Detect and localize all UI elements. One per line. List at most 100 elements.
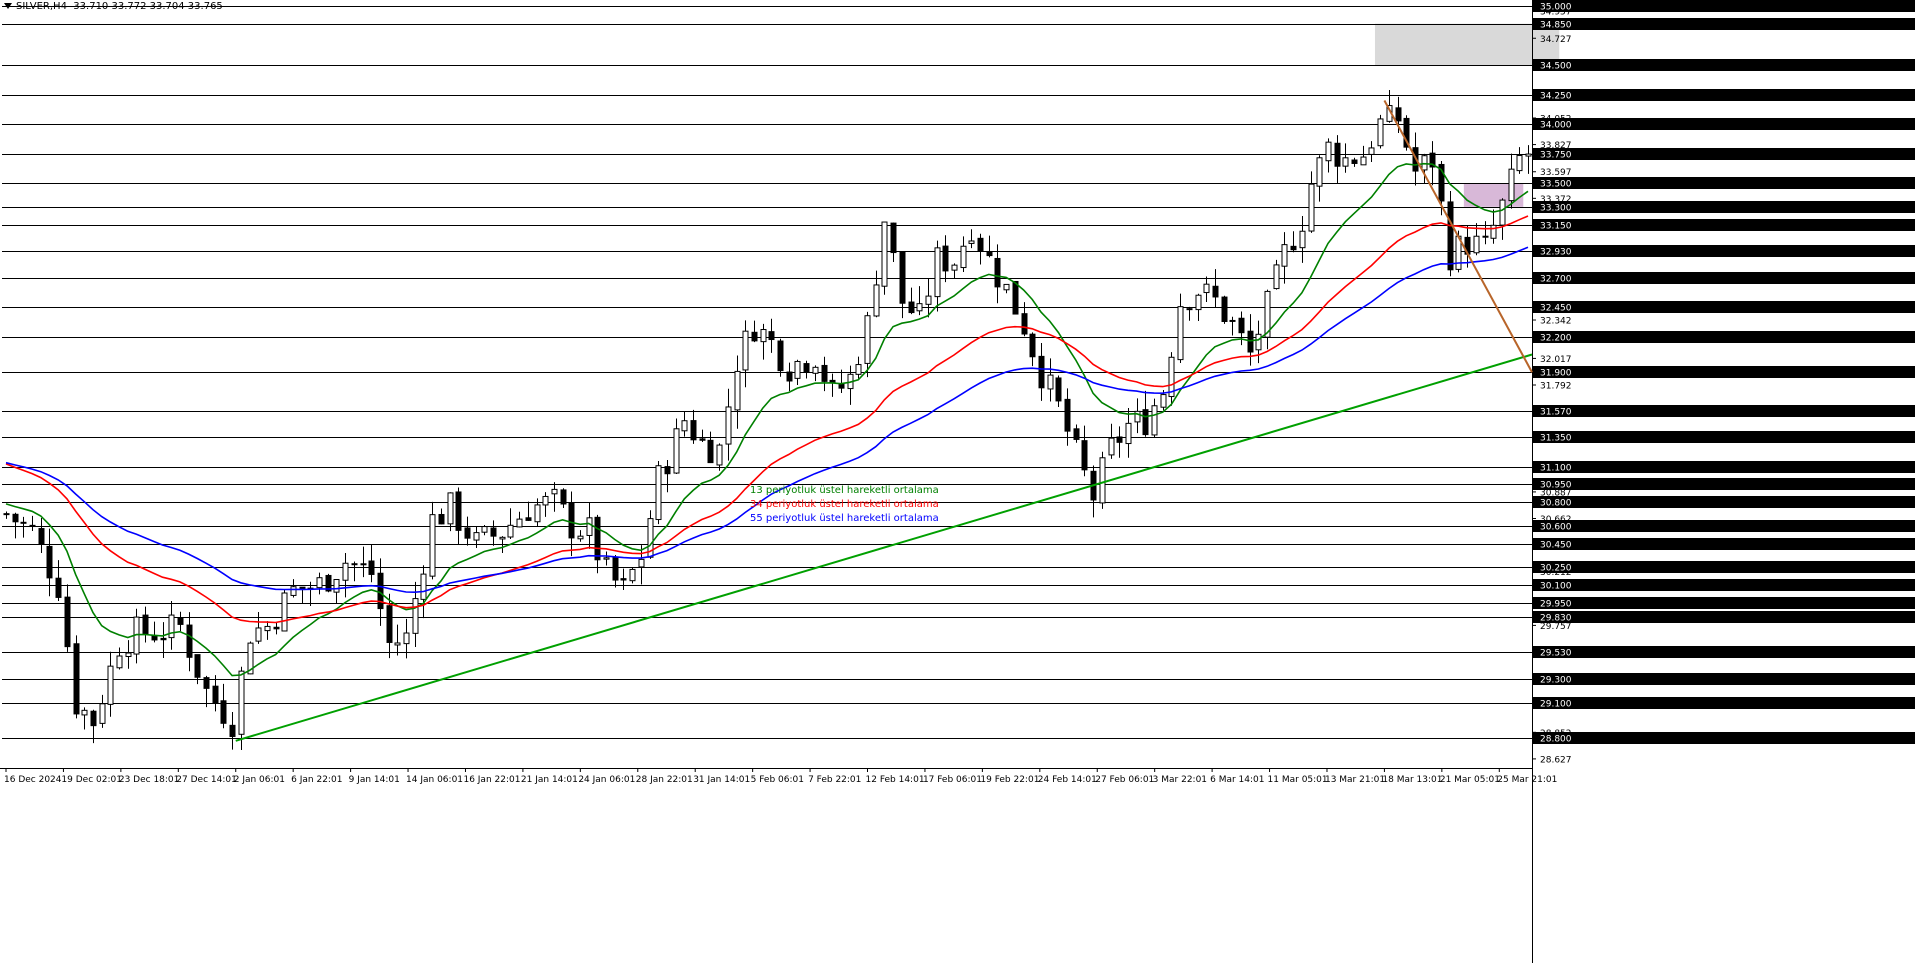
level-price-label: 33.300 [1540, 204, 1572, 214]
level-price-label: 33.150 [1540, 222, 1572, 232]
time-tick-label: 19 Dec 02:01 [61, 775, 122, 785]
time-tick-label: 28 Jan 22:01 [636, 775, 693, 785]
level-price-tag [1533, 461, 1915, 473]
ema-legend-label: 34 periyotluk üstel hareketli ortalama [750, 499, 939, 510]
level-price-label: 32.450 [1540, 304, 1572, 314]
price-tick-label: 28.627 [1540, 755, 1572, 765]
level-price-tag [1533, 579, 1915, 591]
level-price-tag [1533, 148, 1915, 160]
price-tick-label: 34.727 [1540, 35, 1572, 45]
level-price-label: 31.100 [1540, 464, 1572, 474]
level-price-tag [1533, 177, 1915, 189]
time-tick-label: 21 Mar 05:01 [1440, 775, 1500, 785]
level-price-label: 29.830 [1540, 614, 1572, 624]
price-tick-label: 33.597 [1540, 168, 1572, 178]
level-price-tag [1533, 611, 1915, 623]
level-price-label: 33.750 [1540, 151, 1572, 161]
level-price-tag [1533, 301, 1915, 313]
time-tick-label: 18 Mar 13:01 [1382, 775, 1442, 785]
candle[interactable] [73, 635, 80, 719]
time-tick-label: 17 Feb 06:01 [923, 775, 982, 785]
time-tick-label: 24 Jan 06:01 [578, 775, 635, 785]
candle[interactable] [1099, 451, 1106, 509]
time-tick-label: 16 Dec 2024 [4, 775, 62, 785]
level-price-label: 32.200 [1540, 334, 1572, 344]
level-price-label: 35.000 [1540, 3, 1572, 13]
candle[interactable] [1012, 280, 1019, 315]
level-price-label: 29.530 [1540, 649, 1572, 659]
level-price-tag [1533, 673, 1915, 685]
caret-down-icon[interactable] [4, 3, 12, 9]
level-price-label: 28.800 [1540, 735, 1572, 745]
candle[interactable] [629, 567, 636, 584]
level-price-label: 30.100 [1540, 582, 1572, 592]
time-tick-label: 3 Mar 22:01 [1153, 775, 1207, 785]
level-price-label: 34.500 [1540, 62, 1572, 72]
level-price-tag [1533, 520, 1915, 532]
level-price-tag [1533, 646, 1915, 658]
level-price-tag [1533, 431, 1915, 443]
level-price-tag [1533, 538, 1915, 550]
level-price-tag [1533, 201, 1915, 213]
level-price-tag [1533, 405, 1915, 417]
time-tick-label: 27 Feb 06:01 [1095, 775, 1154, 785]
level-price-label: 29.950 [1540, 600, 1572, 610]
candle[interactable] [655, 461, 662, 525]
level-price-label: 30.950 [1540, 481, 1572, 491]
time-tick-label: 24 Feb 14:01 [1038, 775, 1097, 785]
symbol-title: SILVER,H4 33.710 33.772 33.704 33.765 [4, 1, 223, 12]
level-price-tag [1533, 118, 1915, 130]
level-price-label: 34.000 [1540, 121, 1572, 131]
level-price-label: 29.300 [1540, 676, 1572, 686]
level-price-tag [1533, 697, 1915, 709]
level-price-label: 34.850 [1540, 21, 1572, 31]
level-price-tag [1533, 245, 1915, 257]
time-tick-label: 27 Dec 14:01 [176, 775, 237, 785]
level-price-label: 30.800 [1540, 499, 1572, 509]
candle[interactable] [1221, 295, 1228, 324]
ema-legend-label: 13 periyotluk üstel hareketli ortalama [750, 485, 939, 496]
level-price-tag [1533, 59, 1915, 71]
candle[interactable] [1377, 114, 1384, 149]
time-tick-label: 23 Dec 18:01 [119, 775, 180, 785]
symbol-name: SILVER,H4 [16, 1, 67, 12]
time-tick-label: 13 Mar 21:01 [1325, 775, 1385, 785]
chart-area[interactable]: 34.95734.72734.05233.82733.59733.37232.3… [0, 0, 1916, 963]
level-price-label: 30.600 [1540, 523, 1572, 533]
level-price-label: 33.500 [1540, 180, 1572, 190]
time-tick-label: 6 Jan 22:01 [291, 775, 342, 785]
ohlc-readout: 33.710 33.772 33.704 33.765 [73, 1, 223, 12]
time-tick-label: 21 Jan 14:01 [521, 775, 578, 785]
level-price-label: 31.900 [1540, 369, 1572, 379]
time-tick-label: 12 Feb 14:01 [866, 775, 925, 785]
level-price-label: 30.250 [1540, 564, 1572, 574]
level-price-tag [1533, 272, 1915, 284]
zone-0 [1374, 23, 1560, 66]
ema-legend-label: 55 periyotluk üstel hareketli ortalama [750, 513, 939, 524]
level-price-label: 31.570 [1540, 408, 1572, 418]
time-tick-label: 19 Feb 22:01 [980, 775, 1039, 785]
time-tick-label: 31 Jan 14:01 [693, 775, 750, 785]
level-price-label: 34.250 [1540, 92, 1572, 102]
time-tick-label: 7 Feb 22:01 [808, 775, 861, 785]
level-price-tag [1533, 478, 1915, 490]
price-tick-label: 31.792 [1540, 381, 1572, 391]
price-chart[interactable]: 34.95734.72734.05233.82733.59733.37232.3… [0, 0, 1916, 963]
level-price-tag [1533, 219, 1915, 231]
level-price-tag [1533, 732, 1915, 744]
level-price-label: 32.930 [1540, 248, 1572, 258]
level-price-tag [1533, 561, 1915, 573]
level-price-tag [1533, 496, 1915, 508]
level-price-tag [1533, 597, 1915, 609]
time-tick-label: 14 Jan 06:01 [406, 775, 463, 785]
candle[interactable] [777, 338, 784, 377]
candle[interactable] [281, 589, 288, 632]
level-price-label: 29.100 [1540, 700, 1572, 710]
level-price-tag [1533, 366, 1915, 378]
candle[interactable] [881, 221, 888, 295]
time-tick-label: 2 Jan 06:01 [234, 775, 285, 785]
level-price-label: 32.700 [1540, 275, 1572, 285]
level-price-tag [1533, 0, 1915, 12]
level-price-tag [1533, 18, 1915, 30]
time-tick-label: 25 Mar 21:01 [1497, 775, 1557, 785]
